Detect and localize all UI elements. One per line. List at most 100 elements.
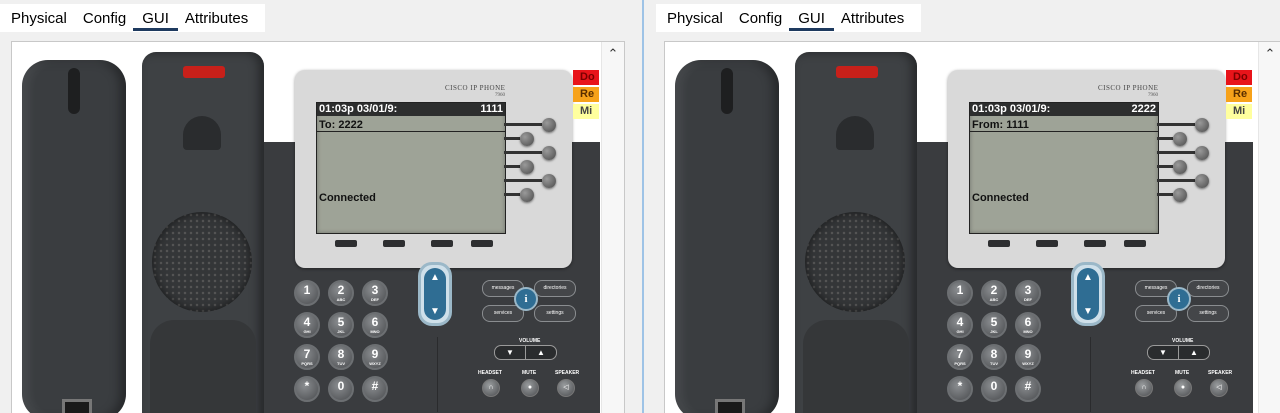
navigation-button[interactable]: ▲ ▼ — [418, 262, 452, 326]
mute-button[interactable]: ● — [1174, 379, 1192, 397]
headset-button[interactable]: ∩ — [1135, 379, 1153, 397]
line-button-2[interactable] — [520, 132, 534, 146]
hookswitch[interactable] — [836, 116, 874, 150]
keypad-digit: 3 — [1024, 283, 1032, 297]
line-button-5[interactable] — [542, 174, 556, 188]
line-button-1[interactable] — [542, 118, 556, 132]
volume-down-button[interactable]: ▼ — [1147, 345, 1179, 360]
line-button-connector — [504, 165, 520, 168]
handset[interactable] — [675, 60, 779, 413]
nav-up-icon[interactable]: ▲ — [424, 272, 446, 283]
keypad-key[interactable]: 9 WXYZ — [362, 344, 388, 370]
keypad-digit: 6 — [1024, 315, 1032, 329]
nav-up-icon[interactable]: ▲ — [1077, 272, 1099, 283]
keypad-key[interactable]: 0 — [981, 376, 1007, 402]
line-button-6[interactable] — [520, 188, 534, 202]
keypad-key[interactable]: # — [1015, 376, 1041, 402]
mute-button[interactable]: ● — [521, 379, 539, 397]
scroll-up-icon[interactable]: ⌃ — [1262, 47, 1278, 61]
headset-button[interactable]: ∩ — [482, 379, 500, 397]
keypad-key[interactable]: * — [947, 376, 973, 402]
keypad-key[interactable]: 6 MNO — [362, 312, 388, 338]
keypad-key[interactable]: 4 GHI — [294, 312, 320, 338]
vertical-scrollbar[interactable]: ⌃ — [601, 42, 624, 413]
display-faceplate: CISCO IP PHONE 7960 01:03p 03/01/9: 2222 Fro… — [948, 70, 1225, 268]
tab-config[interactable]: Config — [78, 4, 131, 32]
line-button-1[interactable] — [1195, 118, 1209, 132]
keypad-key[interactable]: 5 JKL — [328, 312, 354, 338]
keypad-letters: JKL — [337, 329, 345, 334]
soft-key-4[interactable] — [471, 240, 493, 247]
keypad-key[interactable]: 9 WXYZ — [1015, 344, 1041, 370]
soft-key-3[interactable] — [1084, 240, 1106, 247]
line-button-4[interactable] — [1173, 160, 1187, 174]
mute-label: MUTE — [522, 370, 537, 376]
info-button[interactable]: i — [514, 287, 538, 311]
lcd-header: 01:03p 03/01/9: 1111 — [317, 103, 505, 116]
ip-phone: CISCO IP PHONE 7960 01:03p 03/01/9: 2222 Fro… — [665, 42, 1255, 413]
lcd-datetime: 01:03p 03/01/9: — [319, 103, 398, 115]
keypad-key[interactable]: 1 — [947, 280, 973, 306]
directories-button[interactable]: directories — [534, 280, 576, 297]
keypad-digit: # — [371, 379, 379, 393]
tab-gui[interactable]: GUI — [133, 4, 178, 32]
tab-physical[interactable]: Physical — [6, 4, 72, 32]
keypad-key[interactable]: 4 GHI — [947, 312, 973, 338]
line-button-3[interactable] — [542, 146, 556, 160]
keypad-letters: TUV — [990, 361, 998, 366]
line-button-6[interactable] — [1173, 188, 1187, 202]
window-divider — [642, 0, 644, 413]
tab-attributes[interactable]: Attributes — [180, 4, 253, 32]
base-divider — [1090, 337, 1091, 412]
soft-key-1[interactable] — [335, 240, 357, 247]
keypad-key[interactable]: 3 DEF — [1015, 280, 1041, 306]
line-button-4[interactable] — [520, 160, 534, 174]
keypad-key[interactable]: 8 TUV — [981, 344, 1007, 370]
line-button-2[interactable] — [1173, 132, 1187, 146]
nav-down-icon[interactable]: ▼ — [1077, 306, 1099, 317]
tab-physical[interactable]: Physical — [662, 4, 728, 32]
line-button-5[interactable] — [1195, 174, 1209, 188]
volume-down-button[interactable]: ▼ — [494, 345, 526, 360]
speaker-button[interactable]: ◁ — [557, 379, 575, 397]
tab-config[interactable]: Config — [734, 4, 787, 32]
keypad-key[interactable]: # — [362, 376, 388, 402]
line-button-connector — [1157, 137, 1173, 140]
speaker-icon: ◁ — [1216, 384, 1222, 391]
status-badge-2: Re — [573, 87, 599, 102]
keypad-key[interactable]: 1 — [294, 280, 320, 306]
tab-gui[interactable]: GUI — [789, 4, 834, 32]
keypad-key[interactable]: 7 PQRS — [294, 344, 320, 370]
soft-key-2[interactable] — [383, 240, 405, 247]
nav-down-icon[interactable]: ▼ — [424, 306, 446, 317]
keypad-key[interactable]: 3 DEF — [362, 280, 388, 306]
keypad-key[interactable]: 7 PQRS — [947, 344, 973, 370]
settings-button[interactable]: settings — [1187, 305, 1229, 322]
keypad-key[interactable]: 2 ABC — [981, 280, 1007, 306]
keypad-key[interactable]: 8 TUV — [328, 344, 354, 370]
speaker-button[interactable]: ◁ — [1210, 379, 1228, 397]
line-button-3[interactable] — [1195, 146, 1209, 160]
soft-key-3[interactable] — [431, 240, 453, 247]
keypad-key[interactable]: 6 MNO — [1015, 312, 1041, 338]
keypad-key[interactable]: 0 — [328, 376, 354, 402]
scroll-up-icon[interactable]: ⌃ — [605, 47, 621, 61]
mute-icon: ● — [527, 384, 533, 391]
volume-up-button[interactable]: ▲ — [1178, 345, 1210, 360]
tab-attributes[interactable]: Attributes — [836, 4, 909, 32]
soft-key-4[interactable] — [1124, 240, 1146, 247]
volume-up-button[interactable]: ▲ — [525, 345, 557, 360]
keypad-key[interactable]: 2 ABC — [328, 280, 354, 306]
info-button[interactable]: i — [1167, 287, 1191, 311]
soft-key-2[interactable] — [1036, 240, 1058, 247]
keypad-key[interactable]: * — [294, 376, 320, 402]
settings-button[interactable]: settings — [534, 305, 576, 322]
directories-button[interactable]: directories — [1187, 280, 1229, 297]
vertical-scrollbar[interactable]: ⌃ — [1258, 42, 1280, 413]
navigation-button[interactable]: ▲ ▼ — [1071, 262, 1105, 326]
keypad-digit: 7 — [956, 347, 964, 361]
hookswitch[interactable] — [183, 116, 221, 150]
handset[interactable] — [22, 60, 126, 413]
keypad-key[interactable]: 5 JKL — [981, 312, 1007, 338]
soft-key-1[interactable] — [988, 240, 1010, 247]
